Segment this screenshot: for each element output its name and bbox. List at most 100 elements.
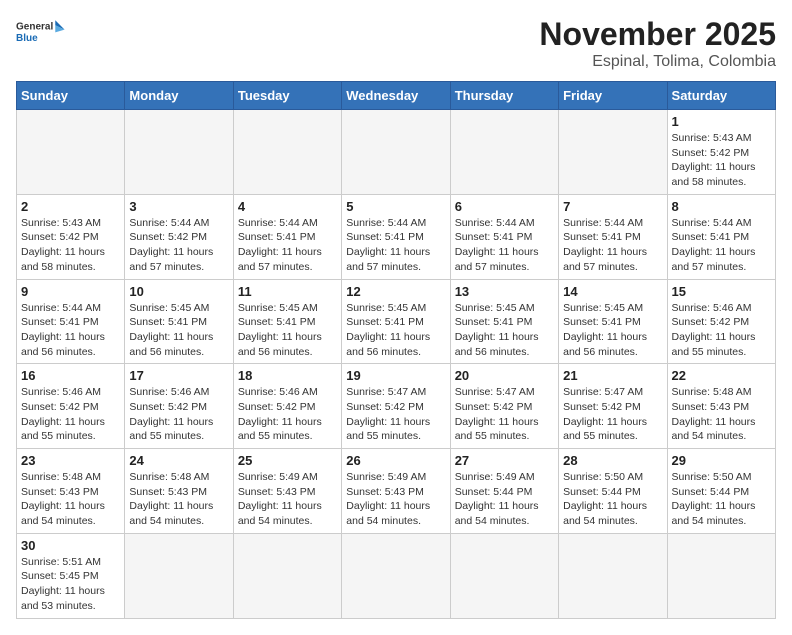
calendar-table: SundayMondayTuesdayWednesdayThursdayFrid… [16,81,776,619]
day-number: 14 [563,284,662,299]
weekday-thursday: Thursday [450,82,558,110]
cell-info: Sunrise: 5:50 AM Sunset: 5:44 PM Dayligh… [563,470,662,529]
calendar-cell: 24 Sunrise: 5:48 AM Sunset: 5:43 PM Dayli… [125,449,233,534]
cell-info: Sunrise: 5:43 AM Sunset: 5:42 PM Dayligh… [672,131,771,190]
page-header: General Blue November 2025 Espinal, Toli… [16,16,776,71]
day-number: 25 [238,453,337,468]
cell-info: Sunrise: 5:49 AM Sunset: 5:43 PM Dayligh… [346,470,445,529]
calendar-cell: 18Sunrise: 5:46 AM Sunset: 5:42 PM Dayli… [233,364,341,449]
day-number: 19 [346,368,445,383]
day-number: 9 [21,284,120,299]
calendar-cell: 12 Sunrise: 5:45 AM Sunset: 5:41 PM Dayli… [342,279,450,364]
week-row-4: 16 Sunrise: 5:46 AM Sunset: 5:42 PM Dayli… [17,364,776,449]
week-row-5: 23 Sunrise: 5:48 AM Sunset: 5:43 PM Dayli… [17,449,776,534]
day-number: 23 [21,453,120,468]
cell-info: Sunrise: 5:46 AM Sunset: 5:42 PM Dayligh… [129,385,228,444]
logo-icon: General Blue [16,16,66,46]
calendar-cell: 29 Sunrise: 5:50 AM Sunset: 5:44 PM Dayli… [667,449,775,534]
day-number: 11 [238,284,337,299]
cell-info: Sunrise: 5:44 AM Sunset: 5:41 PM Dayligh… [672,216,771,275]
calendar-cell [559,110,667,195]
day-number: 29 [672,453,771,468]
calendar-cell: 6Sunrise: 5:44 AM Sunset: 5:41 PM Daylig… [450,194,558,279]
day-number: 2 [21,199,120,214]
calendar-cell: 9 Sunrise: 5:44 AM Sunset: 5:41 PM Daylig… [17,279,125,364]
cell-info: Sunrise: 5:50 AM Sunset: 5:44 PM Dayligh… [672,470,771,529]
day-number: 12 [346,284,445,299]
calendar-cell: 22Sunrise: 5:48 AM Sunset: 5:43 PM Dayli… [667,364,775,449]
calendar-cell: 14 Sunrise: 5:45 AM Sunset: 5:41 PM Dayli… [559,279,667,364]
cell-info: Sunrise: 5:48 AM Sunset: 5:43 PM Dayligh… [129,470,228,529]
location-title: Espinal, Tolima, Colombia [539,53,776,71]
day-number: 28 [563,453,662,468]
calendar-cell: 7Sunrise: 5:44 AM Sunset: 5:41 PM Daylig… [559,194,667,279]
calendar-cell: 15Sunrise: 5:46 AM Sunset: 5:42 PM Dayli… [667,279,775,364]
day-number: 30 [21,538,120,553]
cell-info: Sunrise: 5:44 AM Sunset: 5:41 PM Dayligh… [238,216,337,275]
calendar-cell: 20Sunrise: 5:47 AM Sunset: 5:42 PM Dayli… [450,364,558,449]
cell-info: Sunrise: 5:51 AM Sunset: 5:45 PM Dayligh… [21,555,120,614]
day-number: 8 [672,199,771,214]
cell-info: Sunrise: 5:46 AM Sunset: 5:42 PM Dayligh… [238,385,337,444]
calendar-cell: 10 Sunrise: 5:45 AM Sunset: 5:41 PM Dayli… [125,279,233,364]
calendar-body: 1 Sunrise: 5:43 AM Sunset: 5:42 PM Daylig… [17,110,776,619]
cell-info: Sunrise: 5:44 AM Sunset: 5:41 PM Dayligh… [455,216,554,275]
cell-info: Sunrise: 5:44 AM Sunset: 5:41 PM Dayligh… [21,301,120,360]
day-number: 17 [129,368,228,383]
cell-info: Sunrise: 5:45 AM Sunset: 5:41 PM Dayligh… [346,301,445,360]
calendar-cell: 21Sunrise: 5:47 AM Sunset: 5:42 PM Dayli… [559,364,667,449]
calendar-cell: 16 Sunrise: 5:46 AM Sunset: 5:42 PM Dayli… [17,364,125,449]
calendar-cell [450,110,558,195]
calendar-cell [125,110,233,195]
calendar-cell: 3 Sunrise: 5:44 AM Sunset: 5:42 PM Daylig… [125,194,233,279]
calendar-cell [450,533,558,618]
logo-area: General Blue [16,16,66,46]
weekday-friday: Friday [559,82,667,110]
cell-info: Sunrise: 5:45 AM Sunset: 5:41 PM Dayligh… [129,301,228,360]
day-number: 1 [672,114,771,129]
day-number: 4 [238,199,337,214]
cell-info: Sunrise: 5:44 AM Sunset: 5:42 PM Dayligh… [129,216,228,275]
day-number: 26 [346,453,445,468]
calendar-cell: 23 Sunrise: 5:48 AM Sunset: 5:43 PM Dayli… [17,449,125,534]
week-row-6: 30 Sunrise: 5:51 AM Sunset: 5:45 PM Dayli… [17,533,776,618]
cell-info: Sunrise: 5:48 AM Sunset: 5:43 PM Dayligh… [672,385,771,444]
calendar-cell: 25Sunrise: 5:49 AM Sunset: 5:43 PM Dayli… [233,449,341,534]
day-number: 21 [563,368,662,383]
day-number: 3 [129,199,228,214]
cell-info: Sunrise: 5:47 AM Sunset: 5:42 PM Dayligh… [346,385,445,444]
day-number: 16 [21,368,120,383]
calendar-cell: 17 Sunrise: 5:46 AM Sunset: 5:42 PM Dayli… [125,364,233,449]
weekday-tuesday: Tuesday [233,82,341,110]
cell-info: Sunrise: 5:46 AM Sunset: 5:42 PM Dayligh… [21,385,120,444]
calendar-cell [17,110,125,195]
cell-info: Sunrise: 5:44 AM Sunset: 5:41 PM Dayligh… [346,216,445,275]
weekday-monday: Monday [125,82,233,110]
day-number: 13 [455,284,554,299]
cell-info: Sunrise: 5:48 AM Sunset: 5:43 PM Dayligh… [21,470,120,529]
week-row-1: 1 Sunrise: 5:43 AM Sunset: 5:42 PM Daylig… [17,110,776,195]
title-area: November 2025 Espinal, Tolima, Colombia [539,16,776,71]
day-number: 15 [672,284,771,299]
cell-info: Sunrise: 5:49 AM Sunset: 5:44 PM Dayligh… [455,470,554,529]
week-row-2: 2 Sunrise: 5:43 AM Sunset: 5:42 PM Daylig… [17,194,776,279]
calendar-cell: 30 Sunrise: 5:51 AM Sunset: 5:45 PM Dayli… [17,533,125,618]
cell-info: Sunrise: 5:43 AM Sunset: 5:42 PM Dayligh… [21,216,120,275]
day-number: 24 [129,453,228,468]
calendar-cell [559,533,667,618]
calendar-cell [667,533,775,618]
calendar-cell [125,533,233,618]
cell-info: Sunrise: 5:45 AM Sunset: 5:41 PM Dayligh… [563,301,662,360]
calendar-cell: 1 Sunrise: 5:43 AM Sunset: 5:42 PM Daylig… [667,110,775,195]
weekday-wednesday: Wednesday [342,82,450,110]
svg-text:General: General [16,22,53,33]
weekday-sunday: Sunday [17,82,125,110]
calendar-cell [342,110,450,195]
calendar-cell [233,110,341,195]
day-number: 7 [563,199,662,214]
calendar-cell: 11Sunrise: 5:45 AM Sunset: 5:41 PM Dayli… [233,279,341,364]
day-number: 10 [129,284,228,299]
calendar-cell [233,533,341,618]
day-number: 5 [346,199,445,214]
calendar-cell: 8 Sunrise: 5:44 AM Sunset: 5:41 PM Daylig… [667,194,775,279]
